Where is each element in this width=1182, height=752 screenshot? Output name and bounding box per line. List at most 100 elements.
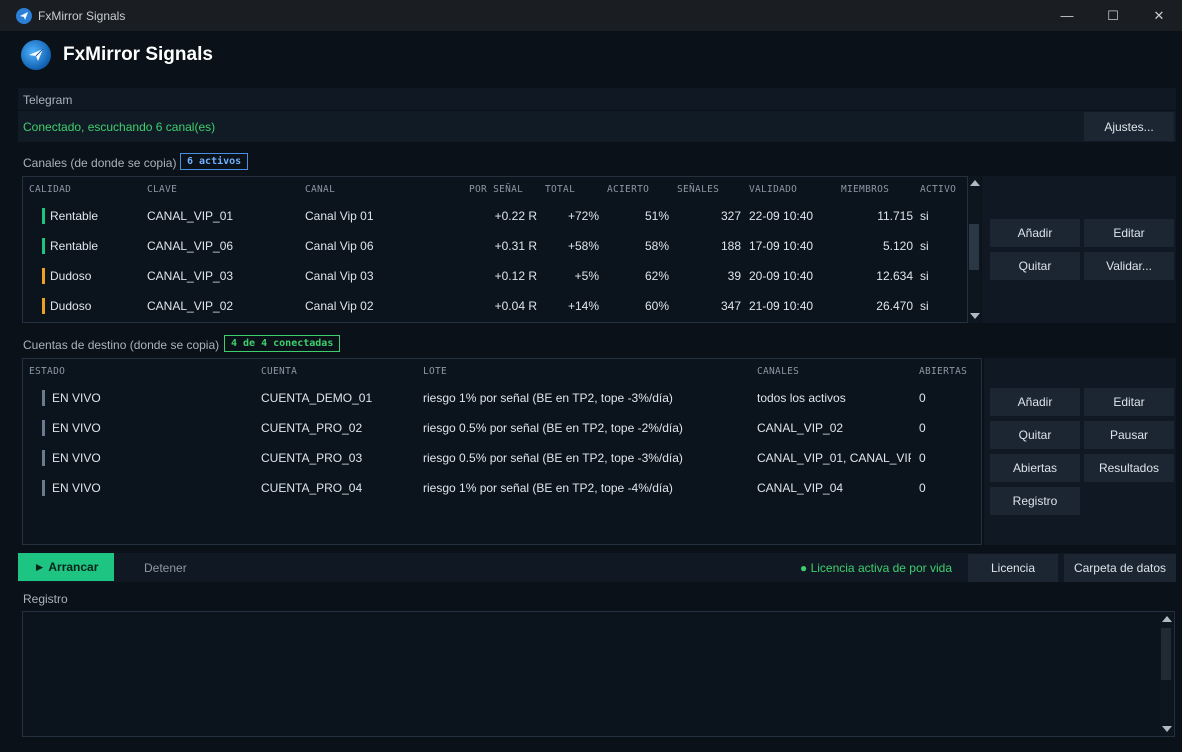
window-titlebar: FxMirror Signals — ☐ ✕ — [0, 0, 1182, 31]
remove-channel-button[interactable]: Quitar — [990, 252, 1080, 280]
results-button[interactable]: Resultados — [1084, 454, 1174, 482]
scroll-up-icon[interactable] — [970, 180, 980, 186]
app-icon — [16, 7, 32, 24]
scroll-up-icon[interactable] — [1162, 616, 1172, 622]
cell-estado: EN VIVO — [52, 421, 101, 435]
scroll-down-icon[interactable] — [970, 313, 980, 319]
cell-abiertas: 0 — [919, 391, 926, 405]
cell-estado: EN VIVO — [52, 391, 101, 405]
cell-validado: 22-09 10:40 — [749, 209, 814, 223]
telegram-label: Telegram — [23, 93, 73, 107]
cell-lote: riesgo 1% por señal (BE en TP2, tope -3%… — [423, 391, 673, 405]
quality-indicator — [42, 268, 45, 284]
cell-cuenta: CUENTA_PRO_03 — [261, 451, 363, 465]
cell-senales: 347 — [720, 299, 741, 313]
col-clave[interactable]: CLAVE — [147, 184, 177, 195]
cell-total: +58% — [567, 239, 599, 253]
col-estado[interactable]: ESTADO — [29, 366, 65, 377]
add-channel-button[interactable]: Añadir — [990, 219, 1080, 247]
cell-estado: EN VIVO — [52, 451, 101, 465]
col-validado[interactable]: VALIDADO — [749, 184, 797, 195]
stop-button[interactable]: Detener — [144, 561, 187, 575]
col-calidad[interactable]: CALIDAD — [29, 184, 71, 195]
cell-miembros: 26.470 — [876, 299, 913, 313]
scroll-down-icon[interactable] — [1162, 726, 1172, 732]
channels-scrollbar[interactable] — [968, 176, 981, 323]
col-cuenta[interactable]: CUENTA — [261, 366, 297, 377]
maximize-button[interactable]: ☐ — [1090, 0, 1136, 31]
cell-activo: si — [920, 299, 929, 313]
col-miembros[interactable]: MIEMBROS — [841, 184, 889, 195]
status-indicator — [42, 450, 45, 466]
cell-activo: si — [920, 269, 929, 283]
col-abiertas[interactable]: ABIERTAS — [919, 366, 967, 377]
cell-canal: Canal Vip 06 — [305, 239, 374, 253]
cell-calidad: Rentable — [50, 209, 99, 223]
col-por-senal[interactable]: POR SEÑAL — [469, 184, 523, 195]
scroll-thumb[interactable] — [1161, 628, 1171, 680]
cell-senales: 327 — [720, 209, 741, 223]
validate-channel-button[interactable]: Validar... — [1084, 252, 1174, 280]
edit-account-button[interactable]: Editar — [1084, 388, 1174, 416]
license-button[interactable]: Licencia — [968, 554, 1058, 582]
col-total[interactable]: TOTAL — [545, 184, 575, 195]
brand-title: FxMirror Signals — [63, 44, 213, 65]
col-acierto[interactable]: ACIERTO — [607, 184, 649, 195]
minimize-button[interactable]: — — [1044, 0, 1090, 31]
window-title: FxMirror Signals — [38, 8, 126, 23]
edit-channel-button[interactable]: Editar — [1084, 219, 1174, 247]
cell-activo: si — [920, 209, 929, 223]
telegram-status: Conectado, escuchando 6 canal(es) — [23, 119, 216, 134]
telegram-section-header — [18, 88, 1176, 110]
cell-cuenta: CUENTA_DEMO_01 — [261, 391, 373, 405]
quality-indicator — [42, 208, 45, 224]
status-indicator — [42, 420, 45, 436]
cell-estado: EN VIVO — [52, 481, 101, 495]
channel-row[interactable]: Dudoso CANAL_VIP_03 Canal Vip 03 +0.12 R… — [23, 261, 967, 291]
cell-miembros: 11.715 — [877, 209, 913, 223]
paper-plane-logo-icon — [21, 40, 51, 70]
data-folder-button[interactable]: Carpeta de datos — [1064, 554, 1176, 582]
col-lote[interactable]: LOTE — [423, 366, 447, 377]
account-row[interactable]: EN VIVO CUENTA_PRO_03 riesgo 0.5% por se… — [23, 443, 981, 473]
cell-acierto: 60% — [644, 299, 669, 313]
telegram-settings-button[interactable]: Ajustes... — [1084, 112, 1174, 141]
cell-abiertas: 0 — [919, 421, 926, 435]
col-canal[interactable]: CANAL — [305, 184, 335, 195]
col-canales[interactable]: CANALES — [757, 366, 799, 377]
account-log-button[interactable]: Registro — [990, 487, 1080, 515]
cell-abiertas: 0 — [919, 451, 926, 465]
account-row[interactable]: EN VIVO CUENTA_DEMO_01 riesgo 1% por señ… — [23, 383, 981, 413]
cell-validado: 17-09 10:40 — [749, 239, 814, 253]
log-output[interactable] — [22, 611, 1175, 737]
cell-canales: CANAL_VIP_04 — [757, 481, 844, 495]
account-actions-panel — [984, 358, 1176, 545]
start-button[interactable]: ► Arrancar — [18, 553, 114, 581]
cell-canal: Canal Vip 02 — [305, 299, 374, 313]
close-button[interactable]: ✕ — [1136, 0, 1182, 31]
remove-account-button[interactable]: Quitar — [990, 421, 1080, 449]
pause-account-button[interactable]: Pausar — [1084, 421, 1174, 449]
col-senales[interactable]: SEÑALES — [677, 184, 719, 195]
scroll-thumb[interactable] — [969, 224, 979, 270]
col-activo[interactable]: ACTIVO — [920, 184, 956, 195]
log-scrollbar[interactable] — [1160, 612, 1173, 736]
cell-validado: 21-09 10:40 — [749, 299, 814, 313]
account-row[interactable]: EN VIVO CUENTA_PRO_02 riesgo 0.5% por se… — [23, 413, 981, 443]
cell-senales: 188 — [720, 239, 741, 253]
open-positions-button[interactable]: Abiertas — [990, 454, 1080, 482]
channel-row[interactable]: Rentable CANAL_VIP_01 Canal Vip 01 +0.22… — [23, 201, 967, 231]
account-row[interactable]: EN VIVO CUENTA_PRO_04 riesgo 1% por seña… — [23, 473, 981, 503]
channel-row[interactable]: Rentable CANAL_VIP_06 Canal Vip 06 +0.31… — [23, 231, 967, 261]
cell-total: +14% — [567, 299, 599, 313]
cell-validado: 20-09 10:40 — [749, 269, 814, 283]
accounts-table: ESTADO CUENTA LOTE CANALES ABIERTAS EN V… — [22, 358, 982, 545]
channel-row[interactable]: Dudoso CANAL_VIP_02 Canal Vip 02 +0.04 R… — [23, 291, 967, 321]
app-header: FxMirror Signals — [0, 31, 1182, 79]
cell-canal: Canal Vip 01 — [305, 209, 374, 223]
accounts-label: Cuentas de destino (donde se copia) — [23, 338, 220, 352]
cell-acierto: 62% — [644, 269, 669, 283]
add-account-button[interactable]: Añadir — [990, 388, 1080, 416]
cell-clave: CANAL_VIP_06 — [147, 239, 234, 253]
cell-calidad: Rentable — [50, 239, 99, 253]
